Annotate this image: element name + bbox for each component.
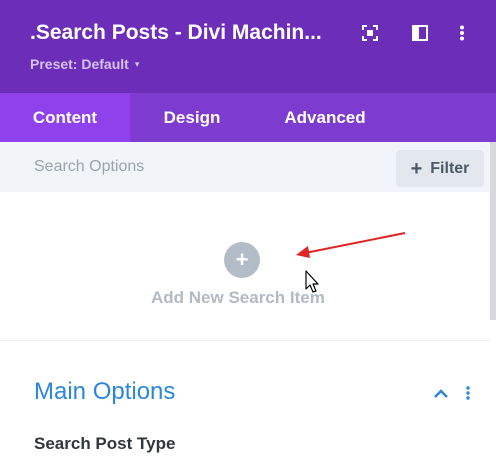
main-options-title[interactable]: Main Options [34, 378, 175, 406]
tab-content[interactable]: Content [0, 93, 130, 142]
search-post-type-label: Search Post Type [34, 434, 176, 453]
caret-down-icon: ▾ [134, 58, 140, 69]
module-settings-header: .Search Posts - Divi Machin... Preset: D… [0, 0, 496, 93]
more-vertical-icon[interactable] [451, 22, 473, 44]
tab-design[interactable]: Design [130, 93, 254, 142]
search-options-input[interactable]: Search Options [34, 158, 144, 176]
tab-advanced[interactable]: Advanced [254, 93, 396, 142]
preset-selector[interactable]: Preset: Default ▾ [30, 56, 139, 72]
expand-icon[interactable] [359, 22, 381, 44]
add-item-plus-icon[interactable]: + [224, 242, 260, 278]
options-search-bar: Search Options + Filter [0, 142, 490, 192]
add-search-item-area: + Add New Search Item [0, 192, 490, 340]
scrollbar[interactable] [490, 142, 496, 320]
module-title: .Search Posts - Divi Machin... [30, 21, 322, 44]
preset-label: Preset: Default [30, 56, 129, 72]
filter-button[interactable]: + Filter [396, 150, 484, 187]
settings-tabs: Content Design Advanced [0, 93, 496, 142]
add-new-search-item-label[interactable]: Add New Search Item [151, 288, 325, 308]
section-divider [0, 340, 490, 341]
filter-button-label: Filter [430, 159, 470, 177]
sidebar-toggle-icon[interactable] [409, 22, 431, 44]
section-more-icon[interactable] [464, 385, 472, 401]
plus-icon: + [410, 157, 423, 180]
chevron-up-icon[interactable] [432, 385, 450, 401]
